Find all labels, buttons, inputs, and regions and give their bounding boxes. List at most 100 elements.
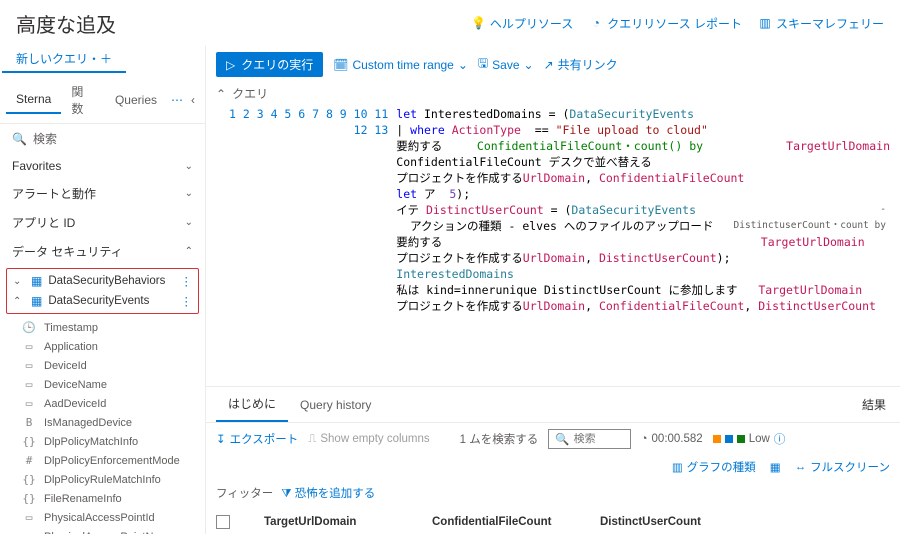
add-filter-button[interactable]: ⧩ 恐怖を追加する xyxy=(281,485,375,501)
field-name: DeviceName xyxy=(44,379,107,391)
field-type-icon: ▭ xyxy=(22,359,36,372)
query-section-header[interactable]: ⌃ クエリ xyxy=(206,83,900,104)
row-actions-icon[interactable]: ⋮ xyxy=(181,294,193,308)
field-name: Application xyxy=(44,341,98,353)
field-type-icon: ▭ xyxy=(22,340,36,353)
section-apps[interactable]: アプリと ID ⌄ xyxy=(0,208,205,237)
schema-field[interactable]: {} DlpPolicyMatchInfo xyxy=(0,432,205,451)
download-icon: ↧ xyxy=(216,432,226,446)
field-name: DlpPolicyEnforcementMode xyxy=(44,455,180,467)
field-name: DlpPolicyMatchInfo xyxy=(44,436,138,448)
query-resources-link[interactable]: ◔ クエリリソース レポート xyxy=(589,15,742,32)
filter-icon: ⧩ xyxy=(281,488,291,500)
query-resources-label: クエリリソース レポート xyxy=(607,15,742,32)
schema-field[interactable]: ▭DeviceId xyxy=(0,356,205,375)
data-security-tables-highlight: ⌄ ▦ DataSecurityBehaviors ⋮ ⌃ ▦ DataSecu… xyxy=(6,268,199,314)
search-icon: 🔍 xyxy=(555,432,569,446)
schema-search[interactable]: 🔍 検索 xyxy=(0,124,205,153)
section-data-security[interactable]: データ セキュリティ ⌃ xyxy=(0,237,205,266)
new-query-tab[interactable]: 新しいクエリ・＋ xyxy=(2,46,126,73)
tab-sterna[interactable]: Sterna xyxy=(6,86,61,114)
results-search[interactable]: 🔍 xyxy=(548,429,630,449)
schema-field[interactable]: {}DlpPolicyRuleMatchInfo xyxy=(0,470,205,489)
editor-annotation: DistinctuserCount・count by xyxy=(734,218,887,234)
fullscreen-button[interactable]: ↔ フルスクリーン xyxy=(795,459,890,475)
field-type-icon: 🕒 xyxy=(22,321,36,334)
tab-query-history[interactable]: Query history xyxy=(288,390,383,420)
tab-functions[interactable]: 関数 xyxy=(61,77,105,123)
query-editor[interactable]: 1 2 3 4 5 6 7 8 9 10 11 12 13 let Intere… xyxy=(206,104,900,386)
schema-field[interactable]: ▭AadDeviceId xyxy=(0,394,205,413)
section-alerts[interactable]: アラートと動作 ⌄ xyxy=(0,179,205,208)
help-label: ヘルプリソース xyxy=(490,15,573,32)
save-icon: 🖫 xyxy=(478,54,488,75)
field-type-icon: ▭ xyxy=(22,378,36,391)
schema-ref-label: スキーマレフェリー xyxy=(776,15,884,32)
table-icon: ▦ xyxy=(31,274,42,288)
lightbulb-icon: 💡 xyxy=(472,16,486,30)
results-table: TargetUrlDomain ConfidentialFileCount Di… xyxy=(206,505,900,534)
help-resources-link[interactable]: 💡 ヘルプリソース xyxy=(472,15,573,32)
chevron-down-icon: ⌄ xyxy=(185,217,193,228)
row-actions-icon[interactable]: ⋮ xyxy=(181,274,193,288)
field-name: DlpPolicyRuleMatchInfo xyxy=(44,474,161,486)
section-favorites[interactable]: Favorites ⌄ xyxy=(0,153,205,179)
save-dropdown[interactable]: 🖫 Save ⌄ xyxy=(478,54,534,75)
book-icon: ▥ xyxy=(758,16,772,30)
usage-bar-icon xyxy=(725,435,733,443)
chart-type-dropdown[interactable]: ▥ グラフの種類 xyxy=(672,459,756,475)
column-header[interactable]: DistinctUserCount xyxy=(600,516,760,528)
run-query-button[interactable]: ▷ クエリの実行 xyxy=(216,52,323,77)
resource-usage-indicator: Low ⓘ xyxy=(713,431,786,447)
table-datasecuritybehaviors[interactable]: ⌄ ▦ DataSecurityBehaviors ⋮ xyxy=(7,271,198,291)
time-range-dropdown[interactable]: 🗓 Custom time range ⌄ xyxy=(333,58,468,72)
chart-icon: ▥ xyxy=(672,460,683,474)
table-icon: ▦ xyxy=(31,294,42,308)
tab-queries[interactable]: Queries xyxy=(105,87,167,113)
schema-field[interactable]: # DlpPolicyEnforcementMode xyxy=(0,451,205,470)
export-button[interactable]: ↧ エクスポート xyxy=(216,431,298,447)
schema-field[interactable]: ▭PhysicalAccessPointName xyxy=(0,527,205,534)
field-type-icon: {} xyxy=(22,492,36,505)
field-type-icon: # xyxy=(22,454,36,467)
schema-field[interactable]: ▭PhysicalAccessPointId xyxy=(0,508,205,527)
show-empty-columns-toggle[interactable]: ⎍ Show empty columns xyxy=(308,433,429,446)
calendar-icon: 🗓 xyxy=(333,58,348,72)
share-icon: ↗ xyxy=(544,58,554,72)
usage-bar-icon xyxy=(713,435,721,443)
field-type-icon: {} xyxy=(22,435,36,448)
schema-field[interactable]: BIsManagedDevice xyxy=(0,413,205,432)
field-name: AadDeviceId xyxy=(44,398,106,410)
schema-field[interactable]: 🕒Timestamp xyxy=(0,318,205,337)
column-header[interactable]: TargetUrlDomain xyxy=(264,516,424,528)
result-count-label: 1 ムを検索する xyxy=(460,431,539,447)
tab-results[interactable]: 結果 xyxy=(858,388,890,421)
select-all-checkbox[interactable] xyxy=(216,515,230,529)
schema-field[interactable]: ▭ DeviceName xyxy=(0,375,205,394)
chevron-up-icon: ⌃ xyxy=(13,296,25,307)
info-icon[interactable]: ⓘ xyxy=(774,431,786,447)
table-datasecurityevents[interactable]: ⌃ ▦ DataSecurityEvents ⋮ xyxy=(7,291,198,311)
schema-reference-link[interactable]: ▥ スキーマレフェリー xyxy=(758,15,884,32)
sidebar: 新しいクエリ・＋ Sterna 関数 Queries ⋯ ‹ 🔍 検索 Favo… xyxy=(0,46,206,534)
chevron-down-icon: ⌄ xyxy=(458,58,468,72)
filters-label: フィッター xyxy=(216,485,273,501)
field-type-icon: ▭ xyxy=(22,511,36,524)
columns-icon: ⎍ xyxy=(308,433,316,446)
schema-field[interactable]: ▭ Application xyxy=(0,337,205,356)
search-input[interactable] xyxy=(574,433,624,445)
meter-icon: ◔ xyxy=(589,16,603,30)
query-timer: ◔ 00:00.582 xyxy=(641,433,703,445)
expand-icon: ↔ xyxy=(795,461,807,473)
tab-get-started[interactable]: はじめに xyxy=(216,387,288,422)
columns-button[interactable]: ▦ xyxy=(770,460,781,474)
tabs-more-icon[interactable]: ⋯ xyxy=(167,89,187,111)
chevron-down-icon: ⌄ xyxy=(524,58,534,72)
schema-field[interactable]: {}FileRenameInfo xyxy=(0,489,205,508)
chevron-up-icon: ⌃ xyxy=(216,87,226,101)
chevron-down-icon: ⌄ xyxy=(13,276,25,287)
share-link-button[interactable]: ↗ 共有リンク xyxy=(544,56,618,73)
field-name: IsManagedDevice xyxy=(44,417,132,429)
column-header[interactable]: ConfidentialFileCount xyxy=(432,516,592,528)
tabs-chevron-icon[interactable]: ‹ xyxy=(187,89,199,111)
